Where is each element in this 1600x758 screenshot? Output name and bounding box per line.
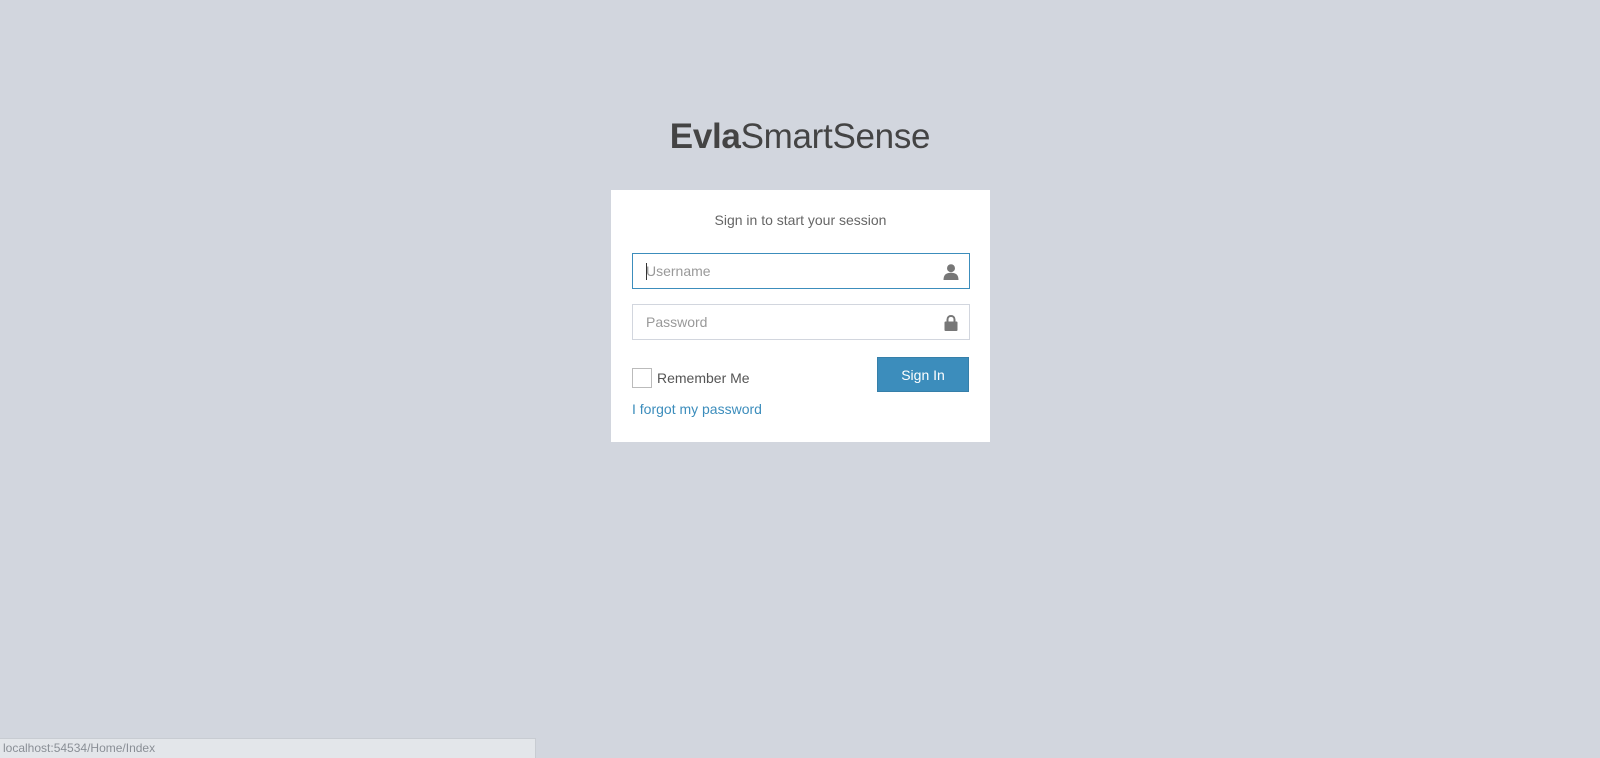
browser-status-bar: localhost:54534/Home/Index — [0, 738, 536, 758]
text-caret — [646, 263, 647, 280]
lock-icon — [942, 314, 960, 332]
status-url: localhost:54534/Home/Index — [3, 741, 156, 755]
user-icon — [942, 263, 960, 281]
app-logo[interactable]: EvlaSmartSense — [0, 112, 1600, 162]
remember-me[interactable]: Remember Me — [632, 366, 750, 390]
login-page: EvlaSmartSense Sign in to start your ses… — [0, 0, 1600, 758]
sign-in-button[interactable]: Sign In — [877, 357, 969, 392]
remember-me-checkbox[interactable] — [632, 368, 652, 388]
login-box-message: Sign in to start your session — [714, 212, 887, 228]
forgot-password-link[interactable]: I forgot my password — [632, 401, 762, 417]
logo-bold-text: Evla — [669, 117, 741, 156]
logo-light-text: SmartSense — [740, 117, 931, 156]
remember-me-label: Remember Me — [657, 370, 750, 386]
password-input[interactable] — [633, 305, 923, 339]
password-field[interactable] — [632, 304, 970, 340]
username-field[interactable] — [632, 253, 970, 289]
login-box: Sign in to start your session Username R… — [611, 190, 990, 442]
username-input[interactable] — [633, 254, 923, 288]
